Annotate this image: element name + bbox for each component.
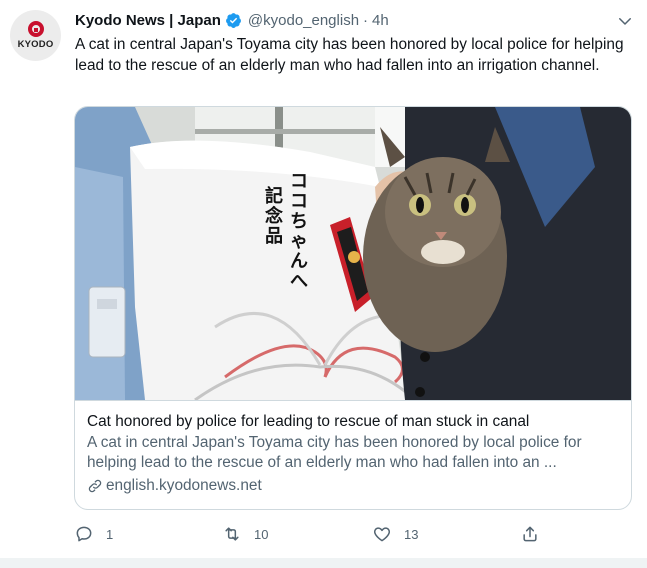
tweet-timestamp[interactable]: 4h [372, 12, 389, 29]
svg-text:念: 念 [265, 205, 283, 227]
like-icon [373, 527, 391, 542]
reply-icon [76, 526, 92, 542]
chevron-down-icon[interactable] [616, 12, 634, 30]
card-title: Cat honored by police for leading to res… [87, 413, 530, 430]
svg-text:ん: ん [290, 251, 308, 272]
svg-text:ち: ち [290, 211, 308, 232]
tweet-header: Kyodo News | Japan @kyodo_english · 4h [75, 10, 389, 30]
tweet[interactable]: KYODO Kyodo News | Japan @kyodo_english … [0, 0, 647, 568]
like-button[interactable]: 13 [372, 522, 418, 546]
author-name[interactable]: Kyodo News | Japan [75, 12, 221, 29]
separator-dot: · [363, 11, 369, 29]
avatar[interactable]: KYODO [10, 10, 61, 61]
svg-text:コ: コ [290, 191, 308, 212]
verified-badge-icon [225, 12, 241, 28]
svg-text:コ: コ [290, 171, 308, 192]
card-domain-text: english.kyodonews.net [106, 477, 262, 494]
link-card[interactable]: コ コ ち ゃ ん へ 記 念 品 Cat honored by police … [74, 106, 632, 510]
svg-text:記: 記 [265, 185, 283, 207]
author-handle[interactable]: @kyodo_english [248, 12, 359, 29]
reply-button[interactable]: 1 [74, 522, 113, 546]
card-domain: english.kyodonews.net [87, 476, 621, 496]
share-icon [523, 526, 537, 542]
kyodo-logo-icon [27, 21, 44, 37]
avatar-wordmark: KYODO [17, 39, 54, 50]
link-icon [88, 479, 102, 493]
card-meta: Cat honored by police for leading to res… [75, 400, 631, 496]
retweet-icon [225, 527, 239, 541]
share-button[interactable] [520, 522, 540, 546]
retweet-count: 10 [254, 526, 269, 542]
retweet-button[interactable]: 10 [222, 522, 268, 546]
svg-text:ゃ: ゃ [290, 231, 308, 252]
tweet-text: A cat in central Japan's Toyama city has… [75, 36, 624, 74]
timeline-divider [0, 558, 647, 568]
svg-text:品: 品 [265, 226, 283, 247]
tweet-actions: 1 10 13 [74, 522, 544, 546]
reply-count: 1 [106, 526, 114, 542]
card-image: コ コ ち ゃ ん へ 記 念 品 [75, 107, 631, 400]
svg-text:へ: へ [290, 271, 308, 292]
card-description: A cat in central Japan's Toyama city has… [87, 434, 582, 471]
like-count: 13 [404, 526, 419, 542]
